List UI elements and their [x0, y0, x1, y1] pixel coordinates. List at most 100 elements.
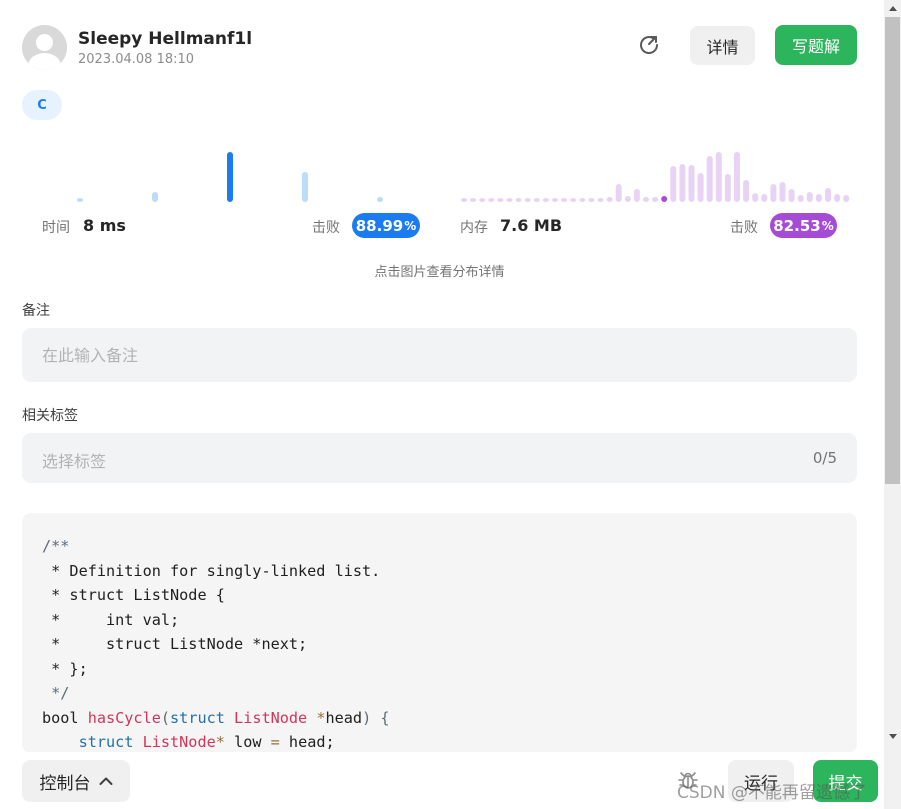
code-token: ) { — [362, 708, 390, 727]
memory-distribution-bar — [770, 184, 777, 202]
memory-distribution-bar — [834, 194, 841, 202]
scrollbar-thumb[interactable] — [885, 17, 900, 484]
code-token: * struct ListNode *next; — [42, 635, 308, 653]
memory-distribution-bar — [588, 198, 595, 202]
code-line: * }; — [42, 657, 390, 682]
console-label: 控制台 — [39, 773, 91, 793]
avatar[interactable] — [22, 25, 67, 70]
username[interactable]: Sleepy Hellmanf1l — [78, 29, 252, 49]
runtime-label: 时间 — [42, 220, 70, 236]
memory-distribution-bar — [506, 198, 513, 202]
code-token: */ — [42, 684, 70, 702]
code-token: bool — [42, 708, 88, 727]
code-token: ListNode — [142, 733, 216, 751]
memory-distribution-bar — [552, 198, 558, 202]
runtime-distribution-bar — [377, 197, 383, 202]
code-token: head; — [288, 733, 335, 751]
memory-distribution-bar — [479, 198, 486, 202]
code-content: /** * Definition for singly-linked list.… — [42, 534, 390, 753]
memory-distribution-bar — [606, 197, 613, 202]
memory-distribution-bar — [488, 198, 495, 202]
memory-beat-label: 击败 — [730, 220, 758, 236]
memory-distribution-bar — [752, 193, 759, 202]
memory-distribution-bar — [724, 174, 731, 202]
distribution-hint: 点击图片查看分布详情 — [374, 265, 505, 280]
code-viewer[interactable]: /** * Definition for singly-linked list.… — [22, 513, 857, 753]
performance-distribution[interactable]: 时间 8 ms 击败 88.99% 内存 7.6 MB 击败 82.53% 点击… — [22, 130, 857, 280]
code-line: bool hasCycle(struct ListNode *head) { — [42, 706, 390, 731]
memory-beat-value: 82.53 — [773, 216, 821, 235]
memory-distribution-bar — [515, 198, 522, 202]
memory-distribution-bar — [697, 173, 704, 202]
memory-beat-unit: % — [821, 218, 834, 233]
memory-distribution-bar — [679, 164, 686, 202]
memory-distribution-bar — [624, 196, 631, 202]
runtime-distribution-bar — [227, 152, 233, 202]
memory-distribution-bar — [843, 195, 850, 202]
share-icon[interactable] — [637, 33, 661, 57]
memory-value: 7.6 MB — [500, 216, 563, 235]
tag-select[interactable]: 选择标签 0/5 — [22, 433, 857, 483]
write-solution-button[interactable]: 写题解 — [775, 25, 857, 65]
code-token: * int val; — [42, 610, 180, 629]
vertical-scrollbar[interactable] — [884, 0, 901, 809]
avatar-body-shape — [28, 53, 61, 70]
code-token: struct — [78, 733, 143, 751]
memory-distribution-bar — [643, 197, 649, 202]
memory-distribution-bar — [633, 189, 640, 202]
runtime-beat-value: 88.99 — [355, 216, 404, 235]
runtime-distribution-bar — [152, 192, 158, 202]
submit-button[interactable]: 提交 — [813, 760, 878, 802]
memory-distribution-bar — [652, 197, 659, 202]
code-token: ( — [160, 708, 171, 727]
runtime-distribution-bar — [302, 172, 308, 202]
memory-distribution-bar — [497, 198, 504, 202]
runtime-value: 8 ms — [83, 216, 126, 235]
memory-distribution-bar — [825, 188, 831, 202]
runtime-beat-unit: % — [404, 218, 417, 233]
tag-select-placeholder: 选择标签 — [42, 452, 107, 471]
memory-beat-badge: 82.53% — [770, 213, 837, 238]
code-token: * Definition for singly-linked list. — [42, 561, 381, 580]
code-token: hasCycle — [87, 708, 161, 727]
memory-distribution-bar — [561, 198, 568, 202]
code-line: * struct ListNode { — [42, 583, 390, 608]
tags-label: 相关标签 — [22, 408, 78, 424]
code-token: struct — [170, 708, 235, 727]
memory-distribution-bar — [524, 198, 531, 202]
code-line: * Definition for singly-linked list. — [42, 559, 390, 584]
memory-distribution-bar — [661, 196, 668, 202]
code-token: = — [270, 733, 289, 751]
scroll-up-arrow-icon[interactable] — [884, 0, 901, 17]
code-line: /** — [42, 534, 390, 559]
memory-distribution-bar — [797, 195, 804, 202]
code-token: * — [215, 733, 235, 751]
code-token: * }; — [42, 659, 88, 678]
code-token: low — [234, 733, 271, 751]
memory-distribution-bar — [579, 198, 586, 202]
memory-label: 内存 — [460, 220, 488, 236]
code-token: head — [325, 708, 363, 727]
memory-distribution-bar — [761, 194, 768, 202]
memory-distribution-bar — [715, 152, 722, 202]
code-token: * struct ListNode { — [42, 586, 225, 604]
detail-button[interactable]: 详情 — [690, 26, 755, 65]
language-tag: C — [22, 90, 62, 120]
memory-distribution-bar — [779, 182, 786, 202]
code-line: */ — [42, 681, 390, 706]
note-input[interactable] — [22, 328, 857, 382]
chevron-up-icon — [99, 777, 112, 785]
run-button[interactable]: 运行 — [728, 760, 794, 802]
code-line: * int val; — [42, 608, 390, 633]
console-button[interactable]: 控制台 — [22, 760, 130, 802]
memory-distribution-bar — [688, 165, 695, 202]
memory-distribution-bar — [734, 152, 740, 202]
runtime-beat-badge: 88.99% — [352, 213, 420, 238]
memory-distribution-bar — [815, 194, 822, 202]
debug-icon[interactable] — [676, 768, 700, 792]
distribution-chart[interactable] — [22, 130, 857, 205]
memory-distribution-bar — [470, 198, 477, 202]
memory-distribution-bar — [542, 198, 549, 202]
scroll-down-arrow-icon[interactable] — [884, 728, 901, 745]
